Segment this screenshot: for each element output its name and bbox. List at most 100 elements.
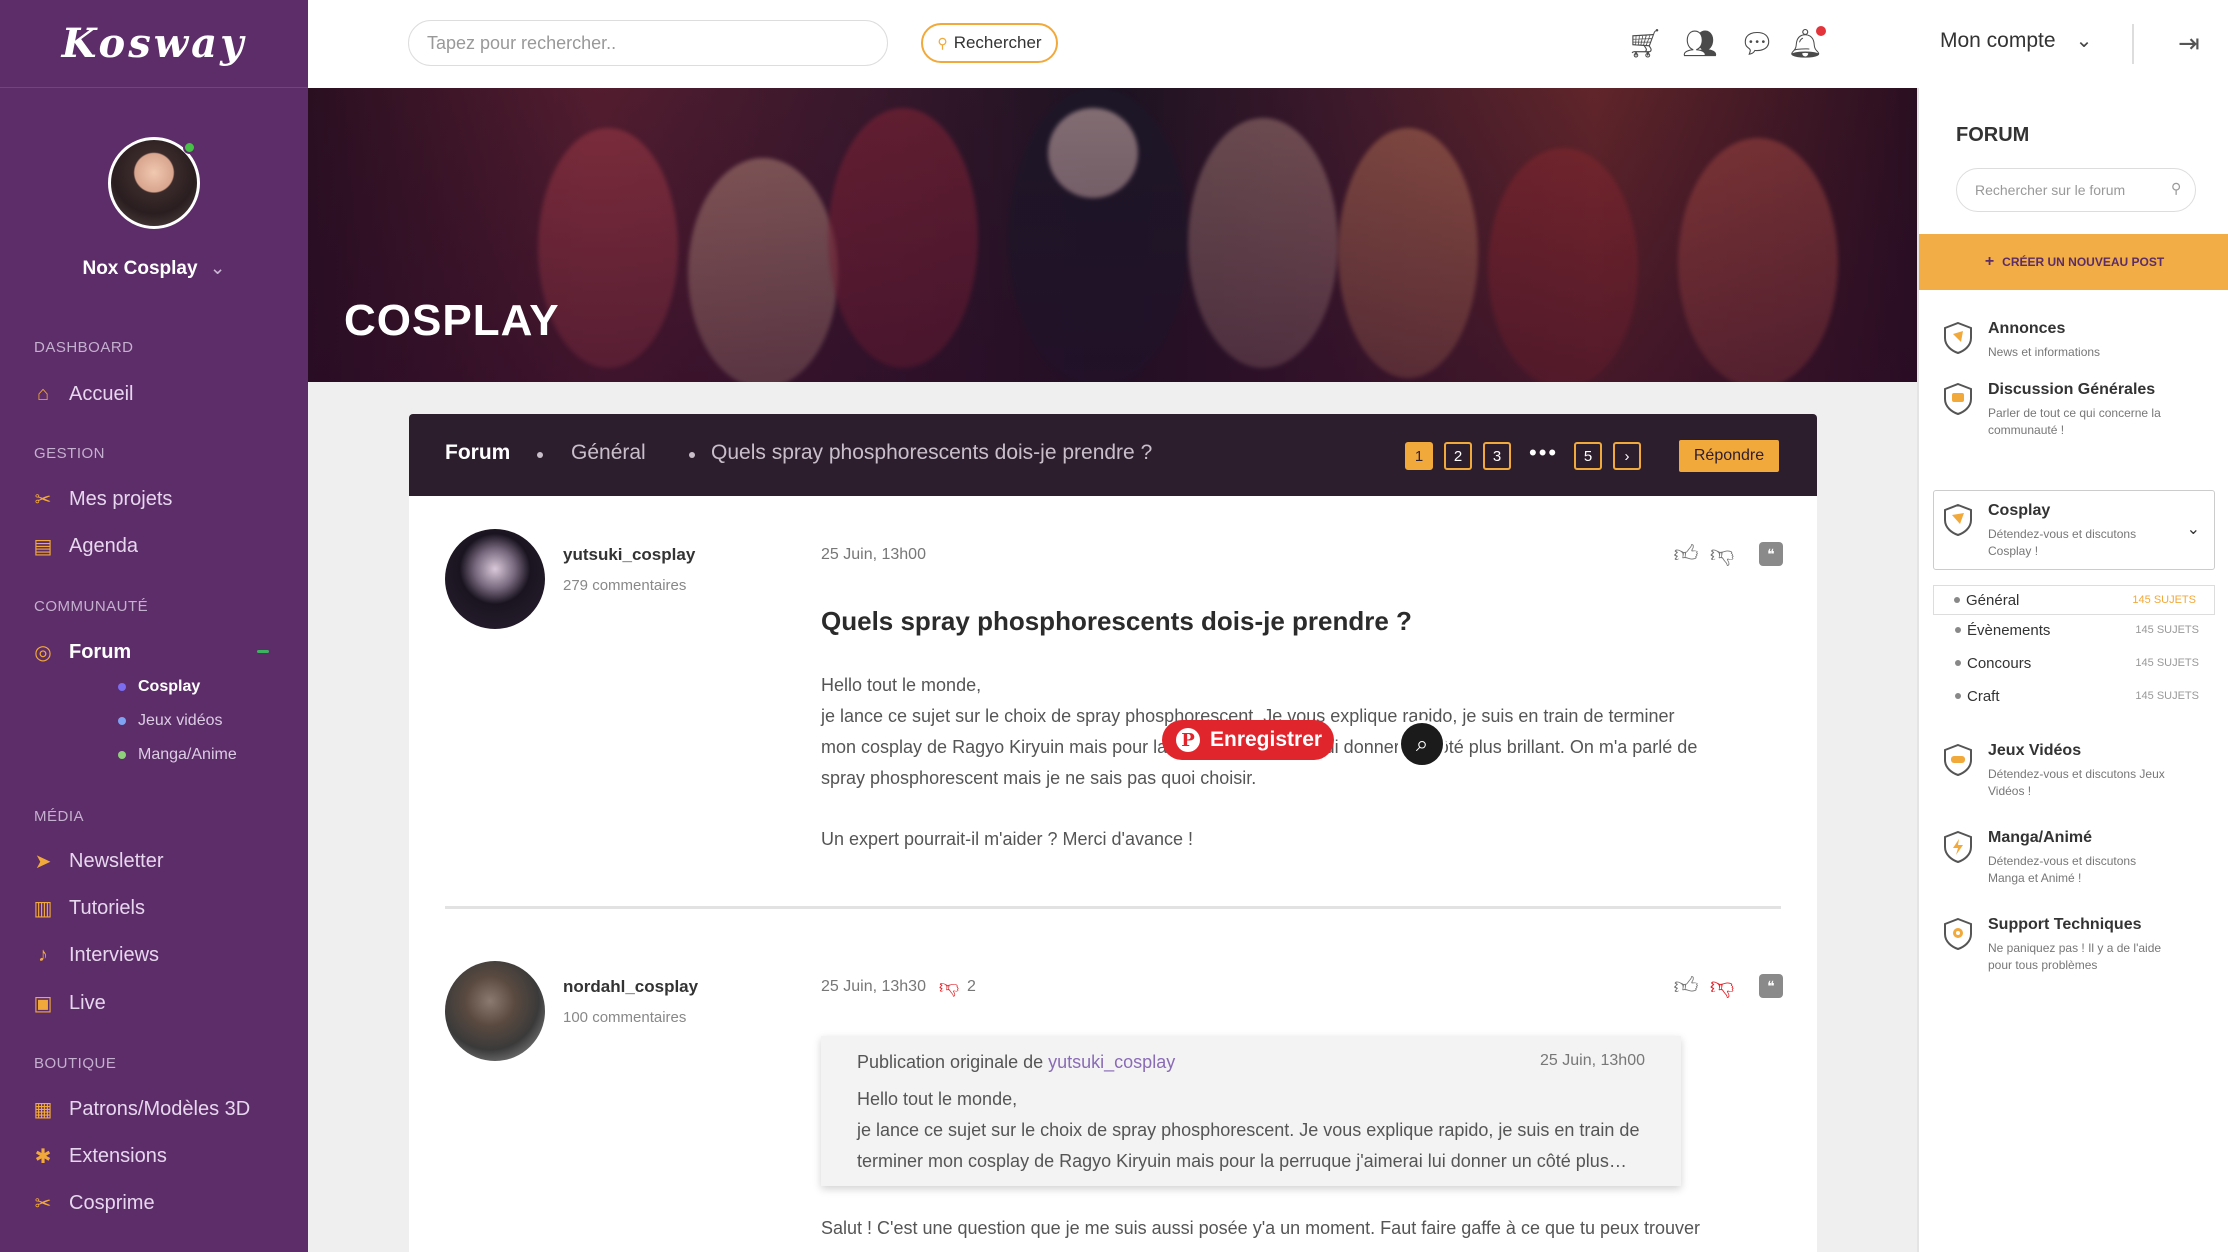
subcategory-craft[interactable]: Craft 145 SUJETS bbox=[1955, 682, 2217, 710]
chat-icon bbox=[1944, 383, 1972, 415]
sidebar-item-interviews[interactable]: ♪ Interviews bbox=[0, 940, 308, 970]
forum-search-input[interactable] bbox=[1956, 168, 2196, 212]
forum-panel: FORUM ⚲ + Créer un nouveau post Annonces … bbox=[1917, 88, 2228, 1252]
sidebar-subitem-jeux-videos[interactable]: Jeux vidéos bbox=[118, 712, 223, 730]
dislike-icon[interactable]: 👎︎ bbox=[1707, 540, 1737, 570]
quote-icon[interactable]: ❝ bbox=[1759, 542, 1783, 566]
dot-icon bbox=[1955, 627, 1961, 633]
post-author[interactable]: nordahl_cosplay bbox=[563, 977, 698, 997]
subcategory-concours[interactable]: Concours 145 SUJETS bbox=[1955, 649, 2217, 677]
account-label: Mon compte bbox=[1940, 28, 2056, 52]
post-author[interactable]: yutsuki_cosplay bbox=[563, 545, 695, 565]
category-cosplay[interactable]: Cosplay Détendez-vous et discutons Cospl… bbox=[1944, 502, 2224, 562]
page-button-2[interactable]: 2 bbox=[1444, 442, 1472, 470]
section-communaute: Communauté bbox=[34, 598, 149, 615]
search-button[interactable]: ⚲ Rechercher bbox=[921, 23, 1058, 63]
post-divider bbox=[445, 906, 1781, 909]
sidebar-item-label: Accueil bbox=[69, 382, 134, 405]
dot-icon bbox=[118, 751, 126, 759]
quote-icon[interactable]: ❝ bbox=[1759, 974, 1783, 998]
dislike-count: 2 bbox=[967, 978, 976, 995]
section-gestion: Gestion bbox=[34, 445, 106, 462]
subitem-label: Jeux vidéos bbox=[138, 712, 223, 729]
like-icon[interactable]: 👍︎ bbox=[1671, 972, 1701, 1002]
sidebar-item-live[interactable]: ▣ Live bbox=[0, 988, 308, 1018]
breadcrumb-forum[interactable]: Forum bbox=[445, 441, 510, 465]
dot-icon bbox=[118, 683, 126, 691]
cosprime-icon: ✂ bbox=[34, 1192, 52, 1215]
breadcrumb-general[interactable]: Général bbox=[571, 441, 646, 465]
sidebar-item-extensions[interactable]: ✱ Extensions bbox=[0, 1141, 308, 1171]
user-name: Nox Cosplay bbox=[82, 258, 198, 279]
subitem-label: Manga/Anime bbox=[138, 746, 237, 763]
pinterest-icon: P bbox=[1176, 728, 1200, 752]
next-page-button[interactable]: › bbox=[1613, 442, 1641, 470]
sidebar-item-label: Interviews bbox=[69, 943, 160, 966]
breadcrumb-separator bbox=[689, 452, 695, 458]
category-discussion[interactable]: Discussion Générales Parler de tout ce q… bbox=[1944, 381, 2224, 441]
user-avatar-wrap[interactable] bbox=[108, 137, 200, 229]
page-button-5[interactable]: 5 bbox=[1574, 442, 1602, 470]
bell-icon[interactable]: 🔔︎ bbox=[1787, 26, 1826, 59]
logo[interactable]: Kosway bbox=[0, 0, 308, 88]
quote-author-link[interactable]: yutsuki_cosplay bbox=[1048, 1052, 1175, 1072]
category-manga-anime[interactable]: Manga/Animé Détendez-vous et discutons M… bbox=[1944, 829, 2224, 889]
cart-icon[interactable]: 🛒︎ bbox=[1627, 28, 1663, 59]
sidebar-item-patrons[interactable]: ▦ Patrons/Modèles 3D bbox=[0, 1094, 308, 1124]
pinterest-save-button[interactable]: P Enregistrer bbox=[1162, 720, 1334, 760]
subcategory-general[interactable]: Général 145 SUJETS bbox=[1933, 585, 2215, 615]
chat-icon[interactable]: 💬︎ bbox=[1739, 28, 1775, 59]
logout-icon[interactable]: ⇥ bbox=[2178, 28, 2200, 59]
sidebar-item-accueil[interactable]: ⌂ Accueil bbox=[0, 379, 308, 409]
avatar[interactable] bbox=[445, 529, 545, 629]
post-greeting: Hello tout le monde, bbox=[821, 675, 982, 695]
gear-icon bbox=[1944, 918, 1972, 950]
category-support[interactable]: Support Techniques Ne paniquez pas ! Il … bbox=[1944, 916, 2224, 976]
page-button-1[interactable]: 1 bbox=[1405, 442, 1433, 470]
sidebar-item-label: Mes projets bbox=[69, 487, 173, 510]
category-name: Annonces bbox=[1988, 320, 2066, 337]
subcategory-evenements[interactable]: Évènements 145 SUJETS bbox=[1955, 616, 2217, 644]
friends-icon[interactable]: 👥︎ bbox=[1678, 28, 1722, 59]
user-menu[interactable]: Nox Cosplay ⌄ bbox=[0, 257, 308, 280]
breadcrumb-topic: Quels spray phosphorescents dois-je pren… bbox=[711, 441, 1153, 464]
author-comment-count: 279 commentaires bbox=[563, 577, 687, 594]
page-button-3[interactable]: 3 bbox=[1483, 442, 1511, 470]
visual-search-icon[interactable]: ⌕ bbox=[1398, 720, 1446, 768]
like-icon[interactable]: 👍︎ bbox=[1671, 540, 1701, 570]
subcategory-count: 145 SUJETS bbox=[2135, 624, 2199, 636]
scissors-icon: ✂ bbox=[34, 488, 52, 511]
pin-label: Enregistrer bbox=[1210, 728, 1323, 751]
sidebar-item-newsletter[interactable]: ➤ Newsletter bbox=[0, 846, 308, 876]
sidebar-item-label: Patrons/Modèles 3D bbox=[69, 1097, 251, 1120]
sidebar-item-label: Extensions bbox=[69, 1144, 167, 1167]
category-annonces[interactable]: Annonces News et informations bbox=[1944, 320, 2224, 370]
megaphone-icon bbox=[1944, 322, 1972, 354]
search-icon[interactable]: ⚲ bbox=[2171, 180, 2181, 197]
reply-button[interactable]: Répondre bbox=[1679, 440, 1779, 472]
sidebar-item-projets[interactable]: ✂ Mes projets bbox=[0, 484, 308, 514]
sidebar-item-agenda[interactable]: ▤ Agenda bbox=[0, 531, 308, 561]
create-post-button[interactable]: + Créer un nouveau post bbox=[1919, 234, 2228, 290]
online-status-icon bbox=[183, 141, 196, 154]
sidebar: Kosway Nox Cosplay ⌄ Dashboard ⌂ Accueil G… bbox=[0, 0, 308, 1252]
sidebar-item-label: Newsletter bbox=[69, 849, 164, 872]
subitem-label: Cosplay bbox=[138, 678, 201, 695]
sidebar-subitem-cosplay[interactable]: Cosplay bbox=[118, 678, 200, 696]
section-media: Média bbox=[34, 808, 85, 825]
subcategory-name: Concours bbox=[1967, 654, 2032, 672]
category-desc: Parler de tout ce qui concerne la commun… bbox=[1988, 406, 2161, 437]
post-closing: Un expert pourrait-il m'aider ? Merci d'… bbox=[821, 829, 1194, 849]
search-input[interactable] bbox=[408, 20, 888, 66]
category-name: Discussion Générales bbox=[1988, 381, 2156, 398]
collapse-icon[interactable] bbox=[257, 650, 269, 653]
chevron-down-icon[interactable]: ⌄ bbox=[2076, 28, 2093, 53]
avatar[interactable] bbox=[445, 961, 545, 1061]
account-menu[interactable]: Mon compte ⌄ bbox=[1940, 28, 2092, 53]
chevron-down-icon[interactable]: ⌄ bbox=[210, 257, 226, 280]
sidebar-item-tutoriels[interactable]: ▥ Tutoriels bbox=[0, 893, 308, 923]
sidebar-subitem-manga-anime[interactable]: Manga/Anime bbox=[118, 746, 237, 764]
category-jeux-videos[interactable]: Jeux Vidéos Détendez-vous et discutons J… bbox=[1944, 742, 2224, 802]
sidebar-item-cosprime[interactable]: ✂ Cosprime bbox=[0, 1188, 308, 1218]
dislike-icon[interactable]: 👎︎ bbox=[1707, 972, 1737, 1002]
